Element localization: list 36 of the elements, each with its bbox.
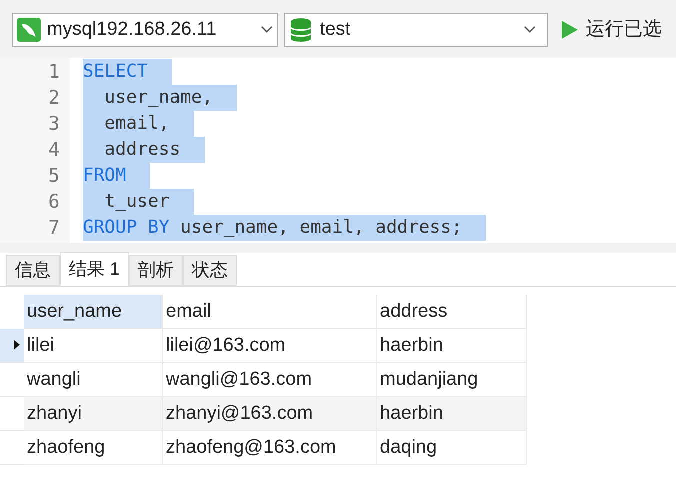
connection-dropdown[interactable]: mysql192.168.26.11: [12, 13, 278, 47]
line-number: 6: [48, 190, 61, 215]
table-cell: haerbin: [377, 396, 527, 430]
table-cell: lilei: [24, 328, 163, 362]
table-cell: haerbin: [377, 328, 527, 362]
caret-icon: [14, 340, 20, 350]
table-cell: wangli: [24, 362, 163, 396]
table-cell: zhanyi@163.com: [163, 396, 377, 430]
tab[interactable]: 状态: [183, 254, 238, 286]
database-dropdown[interactable]: test: [284, 13, 548, 47]
table-cell: mudanjiang: [377, 362, 527, 396]
database-name: test: [320, 18, 351, 42]
line-number: 2: [48, 86, 61, 111]
table-cell: lilei@163.com: [163, 328, 377, 362]
line-number: 5: [48, 164, 61, 189]
tab[interactable]: 剖析: [129, 254, 184, 286]
database-icon: [290, 18, 312, 42]
column-header[interactable]: email: [163, 294, 377, 328]
line-number: 1: [48, 60, 61, 85]
table-cell: zhaofeng@163.com: [163, 430, 377, 464]
chevron-icon: [524, 26, 536, 34]
run-selected-button[interactable]: 运行已选: [554, 16, 662, 44]
column-header[interactable]: address: [377, 294, 527, 328]
table-cell: zhaofeng: [24, 430, 163, 464]
play-icon: [562, 21, 578, 39]
table-cell: wangli@163.com: [163, 362, 377, 396]
connection-name: mysql192.168.26.11: [47, 18, 217, 42]
column-header[interactable]: user_name: [24, 294, 163, 328]
line-number: 4: [48, 138, 61, 163]
table-cell: daqing: [377, 430, 527, 464]
tab[interactable]: 结果 1: [60, 252, 130, 286]
line-number: 3: [48, 112, 61, 137]
line-number: 7: [48, 216, 61, 241]
table-cell: zhanyi: [24, 396, 163, 430]
chevron-icon: [261, 26, 273, 34]
tab[interactable]: 信息: [6, 254, 60, 286]
